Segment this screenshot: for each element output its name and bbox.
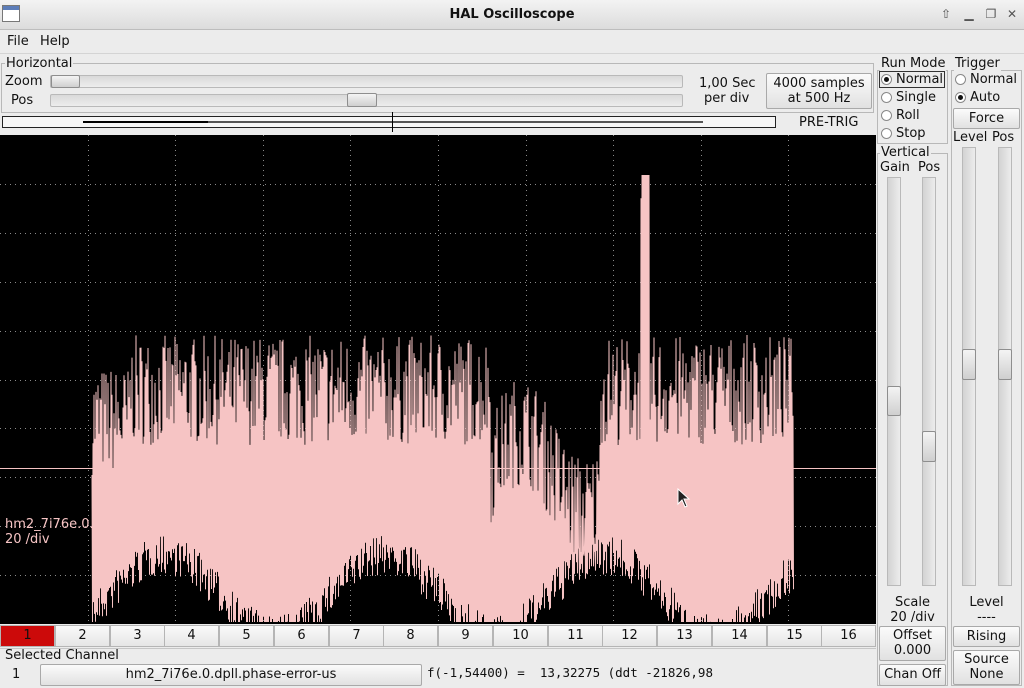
trigger-source-line1: Source bbox=[964, 652, 1009, 667]
rate-line2: per div bbox=[704, 91, 750, 106]
scale-caption: Scale bbox=[895, 595, 930, 610]
selected-channel-signal-button[interactable]: hm2_7i76e.0.dpll.phase-error-us bbox=[40, 664, 422, 686]
run-mode-roll-label[interactable]: Roll bbox=[896, 108, 920, 123]
menu-help[interactable]: Help bbox=[40, 34, 70, 49]
scale-value: 20 /div bbox=[890, 610, 935, 625]
close-icon[interactable]: ✕ bbox=[1004, 6, 1020, 22]
mouse-cursor-icon bbox=[677, 488, 691, 508]
vertical-label: Vertical bbox=[880, 145, 931, 160]
chan-off-button[interactable]: Chan Off bbox=[879, 664, 946, 686]
channel-button-4[interactable]: 4 bbox=[164, 625, 219, 647]
horizontal-label: Horizontal bbox=[5, 56, 74, 71]
trigger-pos-label: Pos bbox=[992, 130, 1015, 145]
samples-button[interactable]: 4000 samples at 500 Hz bbox=[766, 73, 872, 109]
vertical-pos-slider[interactable] bbox=[922, 177, 936, 586]
trigger-level-caption: Level bbox=[969, 595, 1004, 610]
run-mode-stop-label[interactable]: Stop bbox=[896, 126, 926, 141]
pretrig-status: PRE-TRIG bbox=[799, 115, 859, 130]
samples-line1: 4000 samples bbox=[773, 76, 865, 91]
channel-button-16[interactable]: 16 bbox=[821, 625, 876, 647]
channel-button-15[interactable]: 15 bbox=[767, 625, 822, 647]
run-mode-normal-label[interactable]: Normal bbox=[896, 72, 943, 87]
cursor-readout: f(-1,54400) = 13,32275 (ddt -21826,98 bbox=[427, 665, 713, 680]
trigger-level-value: ---- bbox=[977, 610, 996, 625]
run-mode-single-label[interactable]: Single bbox=[896, 90, 936, 105]
scope-canvas bbox=[0, 135, 876, 624]
vertical-gain-label: Gain bbox=[880, 160, 910, 175]
pos-label: Pos bbox=[11, 93, 34, 108]
rate-line1: 1,00 Sec bbox=[699, 76, 756, 91]
channel-button-bar: 1 2 3 4 5 6 7 8 9 10 11 12 13 14 15 16 bbox=[0, 625, 876, 647]
minimize-icon[interactable]: ▁ bbox=[961, 6, 977, 22]
zoom-slider-handle[interactable] bbox=[51, 75, 80, 88]
menu-bar bbox=[0, 30, 1024, 54]
zoom-slider[interactable] bbox=[50, 75, 683, 88]
run-mode-label: Run Mode bbox=[880, 56, 947, 71]
vertical-pos-label: Pos bbox=[918, 160, 941, 175]
channel-button-13[interactable]: 13 bbox=[657, 625, 712, 647]
trigger-marker bbox=[392, 112, 393, 132]
channel-button-1[interactable]: 1 bbox=[0, 625, 55, 647]
shade-icon[interactable]: ⇧ bbox=[938, 6, 954, 22]
run-mode-normal-radio[interactable] bbox=[881, 74, 892, 85]
maximize-icon[interactable]: ❐ bbox=[983, 6, 999, 22]
channel-button-2[interactable]: 2 bbox=[55, 625, 110, 647]
samples-line2: at 500 Hz bbox=[787, 91, 851, 106]
run-mode-stop-radio[interactable] bbox=[881, 128, 892, 139]
force-button[interactable]: Force bbox=[953, 108, 1020, 129]
trigger-normal-radio[interactable] bbox=[955, 74, 966, 85]
vertical-pos-slider-handle[interactable] bbox=[922, 431, 936, 462]
trigger-level-slider-handle[interactable] bbox=[962, 349, 976, 380]
trigger-auto-radio[interactable] bbox=[955, 92, 966, 103]
offset-value: 0.000 bbox=[893, 643, 932, 658]
trigger-source-button[interactable]: Source None bbox=[953, 650, 1020, 685]
trigger-edge-button[interactable]: Rising bbox=[953, 626, 1020, 647]
trigger-auto-label[interactable]: Auto bbox=[970, 90, 1000, 105]
window-title: HAL Oscilloscope bbox=[449, 7, 575, 22]
channel-button-14[interactable]: 14 bbox=[712, 625, 767, 647]
trigger-pos-slider-handle[interactable] bbox=[998, 349, 1012, 380]
channel-button-3[interactable]: 3 bbox=[110, 625, 165, 647]
zoom-label: Zoom bbox=[5, 74, 43, 89]
selected-channel-number: 1 bbox=[12, 667, 21, 682]
channel-button-7[interactable]: 7 bbox=[329, 625, 384, 647]
channel-button-10[interactable]: 10 bbox=[493, 625, 548, 647]
trigger-label: Trigger bbox=[954, 56, 1001, 71]
run-mode-roll-radio[interactable] bbox=[881, 110, 892, 121]
channel-1-trace bbox=[91, 174, 794, 623]
scope-channel-scale: 20 /div bbox=[5, 532, 50, 547]
run-mode-single-radio[interactable] bbox=[881, 92, 892, 103]
scope-channel-name: hm2_7i76e.0.dpll.phase-error-us bbox=[5, 517, 216, 532]
selected-channel-label: Selected Channel bbox=[5, 648, 119, 663]
offset-button[interactable]: Offset 0.000 bbox=[879, 626, 946, 661]
channel-button-9[interactable]: 9 bbox=[438, 625, 493, 647]
horizontal-pos-slider-handle[interactable] bbox=[347, 93, 377, 107]
channel-button-6[interactable]: 6 bbox=[274, 625, 329, 647]
scope-display[interactable]: hm2_7i76e.0.dpll.phase-error-us 20 /div bbox=[0, 135, 876, 624]
vertical-gain-slider-handle[interactable] bbox=[887, 386, 901, 416]
trigger-level-label: Level bbox=[953, 130, 988, 145]
record-view-extent bbox=[208, 121, 703, 123]
trigger-source-line2: None bbox=[969, 667, 1004, 682]
channel-button-8[interactable]: 8 bbox=[383, 625, 438, 647]
offset-caption: Offset bbox=[892, 628, 933, 643]
channel-button-12[interactable]: 12 bbox=[602, 625, 657, 647]
channel-button-5[interactable]: 5 bbox=[219, 625, 274, 647]
vertical-gain-slider[interactable] bbox=[887, 177, 901, 586]
channel-button-11[interactable]: 11 bbox=[548, 625, 603, 647]
menu-file[interactable]: File bbox=[7, 34, 29, 49]
trigger-normal-label[interactable]: Normal bbox=[970, 72, 1017, 87]
